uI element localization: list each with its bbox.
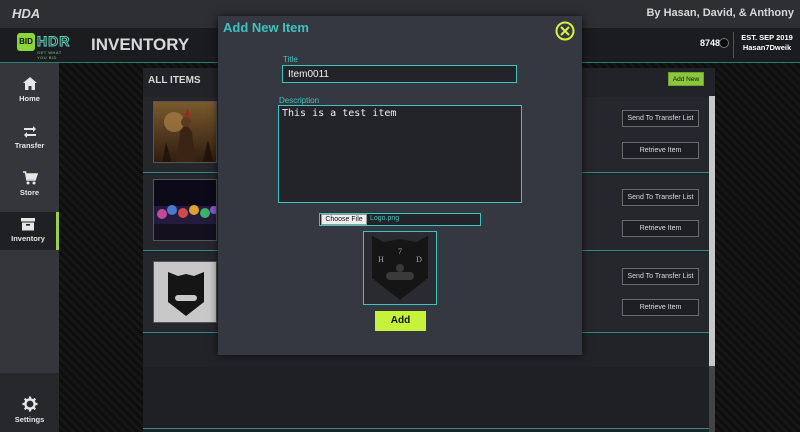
sidebar: Home Transfer Store Inventory Settings — [0, 63, 59, 432]
logo-letter-top: 7 — [398, 247, 402, 256]
choose-file-button[interactable]: Choose File — [321, 214, 367, 225]
item-thumbnail[interactable] — [153, 101, 217, 163]
logo-tagline: GET WHAT YOU BID — [37, 50, 62, 60]
sidebar-item-transfer[interactable]: Transfer — [0, 123, 59, 161]
sidebar-item-label: Home — [19, 94, 40, 103]
sidebar-item-home[interactable]: Home — [0, 76, 59, 114]
add-new-button[interactable]: Add New — [668, 72, 704, 86]
sidebar-item-label: Inventory — [11, 234, 45, 243]
send-to-transfer-button[interactable]: Send To Transfer List — [622, 110, 699, 127]
app-logo[interactable]: BID HDR GET WHAT YOU BID — [17, 30, 71, 60]
cart-icon — [22, 171, 38, 185]
retrieve-item-button[interactable]: Retrieve Item — [622, 299, 699, 316]
title-label: Title — [283, 55, 298, 64]
selected-file-name: Logo.png — [370, 215, 400, 222]
sidebar-item-store[interactable]: Store — [0, 170, 59, 208]
logo-letter-right: D — [416, 255, 422, 264]
retrieve-item-button[interactable]: Retrieve Item — [622, 142, 699, 159]
add-button[interactable]: Add — [375, 311, 426, 331]
logo-badge: BID — [17, 33, 35, 51]
send-to-transfer-button[interactable]: Send To Transfer List — [622, 189, 699, 206]
sidebar-item-inventory[interactable]: Inventory — [0, 212, 59, 250]
modal-title: Add New Item — [223, 20, 309, 35]
description-textarea[interactable]: This is a test item — [278, 105, 522, 203]
send-to-transfer-button[interactable]: Send To Transfer List — [622, 268, 699, 285]
item-thumbnail[interactable] — [153, 261, 217, 323]
sidebar-item-label: Store — [19, 188, 40, 197]
established-date: EST. SEP 2019 — [741, 33, 793, 42]
credits-text: By Hasan, David, & Anthony — [646, 7, 794, 19]
logo-letter-left: H — [378, 255, 384, 264]
brand-name: HDA — [12, 6, 41, 21]
header-divider — [733, 32, 734, 58]
home-icon — [22, 77, 37, 90]
h7d-logo: 7 H D — [372, 236, 428, 300]
account-info[interactable]: EST. SEP 2019 Hasan7Dweik — [737, 33, 797, 53]
page-title: INVENTORY — [91, 35, 190, 54]
image-preview: 7 H D — [363, 231, 437, 305]
retrieve-item-button[interactable]: Retrieve Item — [622, 220, 699, 237]
sidebar-item-settings[interactable]: Settings — [0, 373, 59, 432]
close-icon[interactable] — [555, 21, 575, 41]
gear-icon — [22, 396, 37, 412]
logo-wordmark: HDR — [36, 33, 71, 50]
sidebar-item-label: Transfer — [14, 141, 45, 150]
panel-heading: ALL ITEMS — [148, 75, 201, 86]
item-thumbnail[interactable] — [153, 179, 217, 241]
coin-icon — [719, 38, 729, 48]
panel-footer — [143, 367, 709, 429]
description-label: Description — [279, 96, 320, 105]
add-item-modal: Add New Item Title Description This is a… — [218, 16, 582, 355]
settings-label: Settings — [14, 415, 45, 424]
warrior-artwork — [154, 102, 216, 162]
file-picker: Choose File Logo.png — [319, 213, 481, 226]
h7d-logo — [168, 272, 204, 316]
transfer-icon — [23, 126, 36, 138]
heroes-artwork — [154, 180, 216, 240]
coin-balance: 8748 — [700, 38, 721, 48]
title-input[interactable] — [282, 65, 517, 83]
username: Hasan7Dweik — [742, 43, 792, 52]
archive-icon — [21, 218, 35, 231]
scrollbar-thumb[interactable] — [709, 96, 715, 366]
